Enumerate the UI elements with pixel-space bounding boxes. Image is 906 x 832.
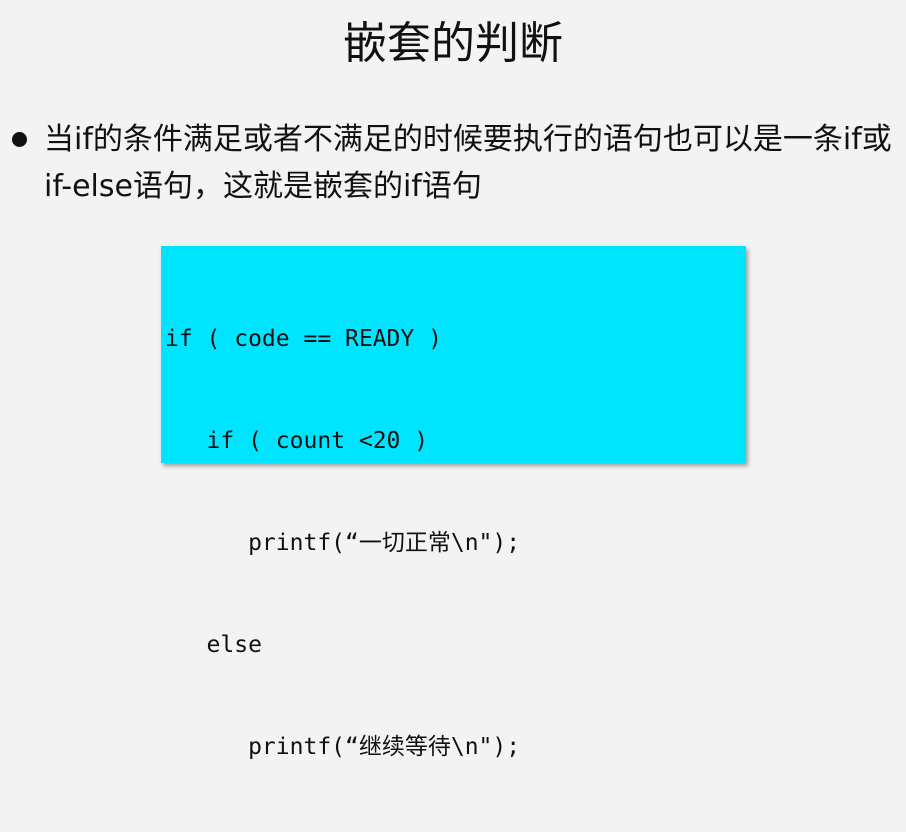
slide-title: 嵌套的判断 (343, 18, 563, 69)
bullet-text: 当if的条件满足或者不满足的时候要执行的语句也可以是一条if或if-else语句… (44, 122, 892, 204)
code-line: printf(“继续等待\n"); (165, 734, 521, 760)
code-line: printf(“一切正常\n"); (165, 530, 521, 556)
bullet-dot-icon (12, 132, 27, 147)
code-line: else (165, 632, 262, 658)
code-line: if ( count <20 ) (165, 428, 429, 454)
code-line: if ( code == READY ) (165, 326, 442, 352)
code-block: if ( code == READY ) if ( count <20 ) pr… (161, 246, 746, 760)
